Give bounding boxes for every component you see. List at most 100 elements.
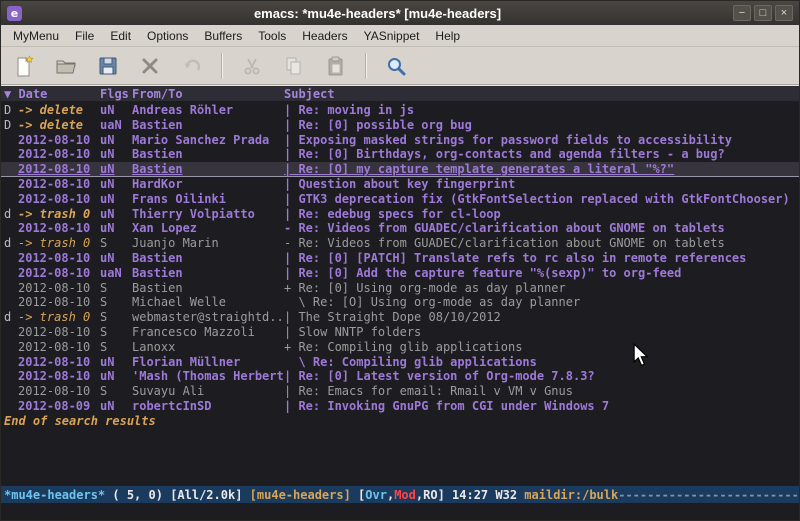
message-row[interactable]: 2012-08-10uNBastien| Re: [0] Birthdays, …: [1, 147, 799, 162]
message-from: Bastien: [132, 266, 284, 281]
message-from: Juanjo Marin: [132, 236, 284, 251]
copy-button[interactable]: [279, 51, 309, 81]
paste-button[interactable]: [321, 51, 351, 81]
message-row[interactable]: d-> trash 0SJuanjo Marin- Re: Videos fro…: [1, 236, 799, 251]
message-subject: - Re: Videos from GUADEC/clarification a…: [284, 236, 799, 251]
message-row[interactable]: 2012-08-10SFrancesco Mazzoli| Slow NNTP …: [1, 325, 799, 340]
message-row[interactable]: 2012-08-10SLanoxx+ Re: Compiling glib ap…: [1, 340, 799, 355]
column-headers[interactable]: ▼ Date Flgs From/To Subject: [1, 85, 799, 101]
column-header-date[interactable]: ▼ Date: [4, 86, 100, 101]
message-date: 2012-08-10: [18, 266, 100, 281]
message-row[interactable]: 2012-08-10uNFrans Oilinki| GTK3 deprecat…: [1, 192, 799, 207]
message-date: 2012-08-10: [18, 177, 100, 192]
minimize-button[interactable]: −: [733, 5, 751, 21]
message-flags: uN: [100, 162, 132, 176]
message-mark: d: [4, 310, 18, 325]
window-controls: − □ ×: [733, 5, 793, 21]
menu-item-buffers[interactable]: Buffers: [196, 26, 250, 46]
message-flags: S: [100, 236, 132, 251]
titlebar[interactable]: e emacs: *mu4e-headers* [mu4e-headers] −…: [1, 1, 799, 25]
message-row[interactable]: 2012-08-10SBastien+ Re: [0] Using org-mo…: [1, 281, 799, 296]
menu-item-tools[interactable]: Tools: [250, 26, 294, 46]
message-date: 2012-08-10: [18, 340, 100, 355]
message-row[interactable]: d-> trash 0Swebmaster@straightd...| The …: [1, 310, 799, 325]
menu-item-options[interactable]: Options: [139, 26, 196, 46]
open-file-button[interactable]: [51, 51, 81, 81]
modeline-segment: Ovr: [365, 488, 387, 502]
message-flags: uN: [100, 133, 132, 148]
message-row[interactable]: D-> deleteuaNBastien| Re: [0] possible o…: [1, 118, 799, 133]
menu-item-yasnippet[interactable]: YASnippet: [356, 26, 428, 46]
message-row[interactable]: 2012-08-10SSuvayu Ali| Re: Emacs for ema…: [1, 384, 799, 399]
menu-item-headers[interactable]: Headers: [294, 26, 355, 46]
menu-item-edit[interactable]: Edit: [102, 26, 139, 46]
maximize-button[interactable]: □: [754, 5, 772, 21]
message-mark: d: [4, 236, 18, 251]
message-row[interactable]: D-> deleteuNAndreas Röhler| Re: moving i…: [1, 103, 799, 118]
message-row[interactable]: 2012-08-10uNFlorian Müllner \ Re: Compil…: [1, 355, 799, 370]
message-mark: [4, 162, 18, 176]
menu-item-help[interactable]: Help: [427, 26, 468, 46]
message-mark: d: [4, 207, 18, 222]
modeline-segment: W32: [495, 488, 524, 502]
message-subject: | Slow NNTP folders: [284, 325, 799, 340]
close-button[interactable]: [135, 51, 165, 81]
message-row[interactable]: 2012-08-10uNHardKor| Question about key …: [1, 177, 799, 192]
message-row[interactable]: 2012-08-09uNrobertcInSD| Re: Invoking Gn…: [1, 399, 799, 414]
message-mark: [4, 384, 18, 399]
close-button[interactable]: ×: [775, 5, 793, 21]
message-mark: [4, 325, 18, 340]
column-header-subject[interactable]: Subject: [284, 86, 799, 101]
save-button[interactable]: [93, 51, 123, 81]
toolbar-separator: [221, 53, 223, 79]
message-row-current[interactable]: 2012-08-10uNBastien| Re: [O] my capture …: [1, 162, 799, 177]
menubar: MyMenuFileEditOptionsBuffersToolsHeaders…: [1, 25, 799, 47]
message-row[interactable]: 2012-08-10uN'Mash (Thomas Herbert)| Re: …: [1, 369, 799, 384]
menu-item-file[interactable]: File: [67, 26, 102, 46]
message-mark: D: [4, 103, 18, 118]
message-from: Xan Lopez: [132, 221, 284, 236]
message-row[interactable]: 2012-08-10uaNBastien| Re: [0] Add the ca…: [1, 266, 799, 281]
message-from: HardKor: [132, 177, 284, 192]
search-button[interactable]: [381, 51, 411, 81]
message-subject: | Re: Invoking GnuPG from CGI under Wind…: [284, 399, 799, 414]
message-subject: | Re: [0] Birthdays, org-contacts and ag…: [284, 147, 799, 162]
message-from: Suvayu Ali: [132, 384, 284, 399]
message-subject: | Exposing masked strings for password f…: [284, 133, 799, 148]
message-mark: [4, 295, 18, 310]
message-date: 2012-08-10: [18, 221, 100, 236]
message-date: 2012-08-10: [18, 369, 100, 384]
message-from: Andreas Röhler: [132, 103, 284, 118]
column-header-flags[interactable]: Flgs: [100, 86, 132, 101]
message-mark: [4, 147, 18, 162]
message-subject: | Re: moving in js: [284, 103, 799, 118]
modeline-segment: maildir:/bulk: [524, 488, 618, 502]
message-date: 2012-08-10: [18, 162, 100, 176]
emacs-window: e emacs: *mu4e-headers* [mu4e-headers] −…: [0, 0, 800, 521]
message-flags: S: [100, 310, 132, 325]
message-mark: [4, 133, 18, 148]
minibuffer[interactable]: [1, 503, 799, 520]
message-date: 2012-08-10: [18, 192, 100, 207]
message-mark: [4, 281, 18, 296]
message-flags: uN: [100, 177, 132, 192]
menu-item-mymenu[interactable]: MyMenu: [5, 26, 67, 46]
message-mark: [4, 369, 18, 384]
message-row[interactable]: 2012-08-10uNXan Lopez- Re: Videos from G…: [1, 221, 799, 236]
headers-buffer: D-> deleteuNAndreas Röhler| Re: moving i…: [1, 101, 799, 485]
message-row[interactable]: 2012-08-10uNMario Sanchez Prada| Exposin…: [1, 133, 799, 148]
new-file-button[interactable]: [9, 51, 39, 81]
message-row[interactable]: 2012-08-10SMichael Welle \ Re: [O] Using…: [1, 295, 799, 310]
modeline[interactable]: *mu4e-headers* ( 5, 0) [All/2.0k] [mu4e-…: [1, 485, 799, 503]
message-from: Bastien: [132, 118, 284, 133]
cut-button[interactable]: [237, 51, 267, 81]
message-row[interactable]: 2012-08-10uNBastien| Re: [0] [PATCH] Tra…: [1, 251, 799, 266]
message-subject: | Re: [O] my capture template generates …: [284, 162, 799, 176]
message-row[interactable]: d-> trash 0uNThierry Volpiatto| Re: edeb…: [1, 207, 799, 222]
column-header-from[interactable]: From/To: [132, 86, 284, 101]
message-from: robertcInSD: [132, 399, 284, 414]
undo-button[interactable]: [177, 51, 207, 81]
paste-icon: [325, 55, 347, 77]
message-date: 2012-08-10: [18, 355, 100, 370]
message-mark: [4, 192, 18, 207]
